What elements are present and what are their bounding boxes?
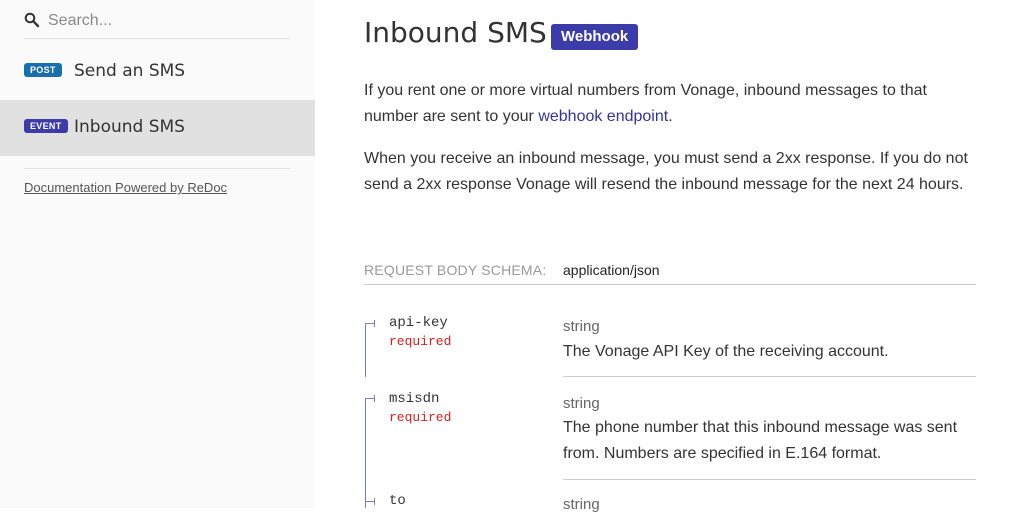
schema-content-type: application/json [563, 262, 660, 278]
intro-paragraph: If you rent one or more virtual numbers … [364, 78, 980, 130]
request-body-schema-header: REQUEST BODY SCHEMA: application/json [364, 258, 976, 285]
tree-line [365, 323, 366, 377]
webhook-endpoint-link[interactable]: webhook endpoint [538, 108, 668, 125]
tree-branch-cap [374, 498, 375, 505]
tree-branch-cap [374, 320, 375, 327]
property-type: string [563, 496, 600, 513]
page-title: Inbound SMS [364, 16, 547, 49]
property-name-to: to [389, 493, 406, 509]
sidebar: POST Send an SMS EVENT Inbound SMS Docum… [0, 0, 315, 508]
sidebar-item-label: Send an SMS [74, 61, 186, 81]
property-divider [563, 479, 976, 480]
property-description: The phone number that this inbound messa… [563, 419, 958, 462]
property-divider [563, 376, 976, 377]
required-label: required [389, 334, 452, 349]
property-type: string [563, 318, 600, 335]
search-icon [24, 12, 40, 28]
webhook-badge: Webhook [551, 24, 639, 50]
property-name-api-key: api-key [389, 315, 448, 331]
sidebar-item-send-an-sms[interactable]: POST Send an SMS [0, 44, 315, 100]
property-type: string [563, 395, 600, 412]
response-note: When you receive an inbound message, you… [364, 150, 968, 193]
tree-branch-cap [374, 395, 375, 402]
search-input[interactable] [48, 8, 278, 34]
post-badge: POST [24, 63, 62, 77]
search-box [24, 0, 290, 39]
schema-label: REQUEST BODY SCHEMA: [364, 262, 547, 278]
required-label: required [389, 410, 452, 425]
powered-by-link[interactable]: Documentation Powered by ReDoc [24, 180, 227, 195]
sidebar-divider [24, 168, 290, 169]
intro-text-end: . [668, 108, 673, 125]
sidebar-item-label: Inbound SMS [74, 117, 185, 137]
tree-line [365, 398, 366, 508]
main-content: Inbound SMS Webhook If you rent one or m… [315, 0, 1024, 513]
event-badge: EVENT [24, 119, 68, 133]
property-description: The Vonage API Key of the receiving acco… [563, 343, 889, 360]
sidebar-item-inbound-sms[interactable]: EVENT Inbound SMS [0, 100, 315, 156]
property-name-msisdn: msisdn [389, 391, 440, 407]
